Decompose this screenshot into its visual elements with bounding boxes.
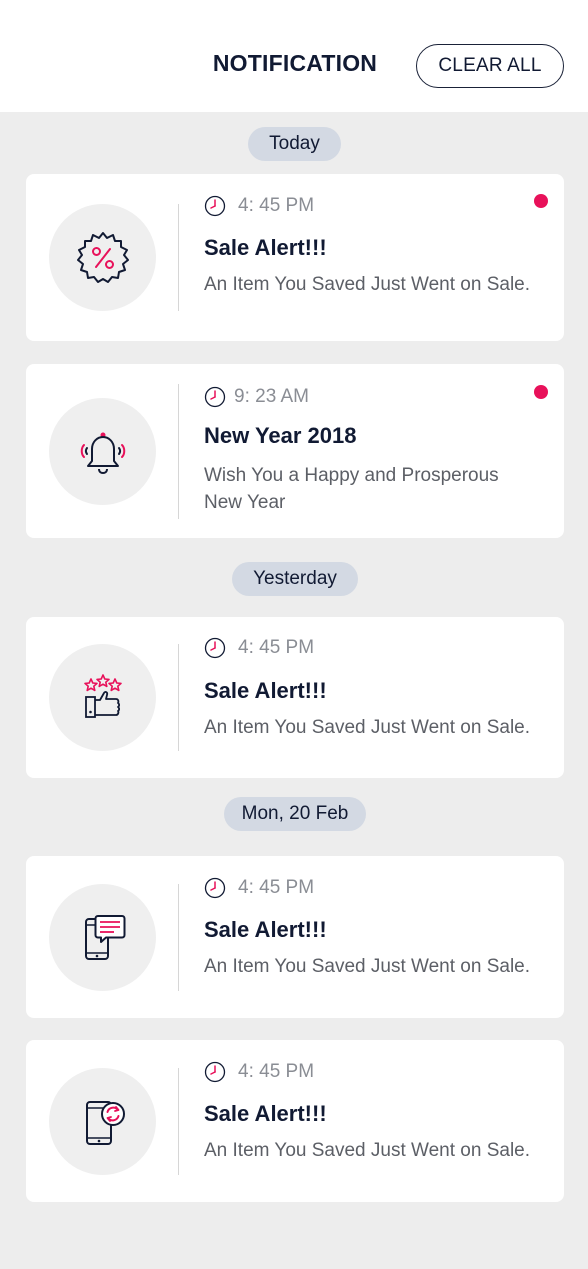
bell-icon: [49, 398, 156, 505]
notification-description: An Item You Saved Just Went on Sale.: [204, 1140, 531, 1161]
notification-time: 4: 45 PM: [238, 195, 315, 216]
notification-card[interactable]: 4: 45 PM Sale Alert!!! An Item You Saved…: [26, 174, 564, 341]
notification-card[interactable]: 4: 45 PM Sale Alert!!! An Item You Saved…: [26, 617, 564, 778]
clock-icon: [204, 637, 226, 659]
notification-time: 4: 45 PM: [238, 877, 315, 898]
notification-description: An Item You Saved Just Went on Sale.: [204, 717, 531, 738]
clear-all-button[interactable]: CLEAR ALL: [416, 44, 564, 88]
notification-card[interactable]: 9: 23 AM New Year 2018 Wish You a Happy …: [26, 364, 564, 538]
clock-icon: [204, 877, 226, 899]
notification-time: 4: 45 PM: [238, 637, 315, 658]
phone-message-icon: [49, 884, 156, 991]
card-divider: [178, 204, 179, 311]
card-divider: [178, 884, 179, 991]
card-divider: [178, 384, 179, 519]
notification-time: 9: 23 AM: [234, 386, 309, 407]
clock-icon: [204, 195, 226, 217]
unread-dot: [534, 194, 548, 208]
group-label-yesterday: Yesterday: [232, 562, 358, 596]
card-divider: [178, 644, 179, 751]
notification-description: An Item You Saved Just Went on Sale.: [204, 274, 531, 295]
clock-icon: [204, 1061, 226, 1083]
notification-description: Wish You a Happy and Prosperous New Year: [204, 465, 499, 513]
notification-title: New Year 2018: [204, 423, 357, 448]
notification-title: Sale Alert!!!: [204, 1101, 327, 1126]
notification-description: An Item You Saved Just Went on Sale.: [204, 956, 531, 977]
notification-card[interactable]: 4: 45 PM Sale Alert!!! An Item You Saved…: [26, 856, 564, 1018]
notification-title: Sale Alert!!!: [204, 235, 327, 260]
notification-time: 4: 45 PM: [238, 1061, 315, 1082]
sale-badge-icon: [49, 204, 156, 311]
page-title: NOTIFICATION: [212, 50, 378, 76]
notification-title: Sale Alert!!!: [204, 917, 327, 942]
thumbs-up-stars-icon: [49, 644, 156, 751]
notification-title: Sale Alert!!!: [204, 678, 327, 703]
unread-dot: [534, 385, 548, 399]
clock-icon: [204, 386, 226, 408]
notification-card[interactable]: 4: 45 PM Sale Alert!!! An Item You Saved…: [26, 1040, 564, 1202]
app-header: NOTIFICATION CLEAR ALL: [0, 0, 588, 112]
group-label-today: Today: [248, 127, 341, 161]
phone-sync-icon: [49, 1068, 156, 1175]
group-label-mon-20-feb: Mon, 20 Feb: [224, 797, 366, 831]
card-divider: [178, 1068, 179, 1175]
